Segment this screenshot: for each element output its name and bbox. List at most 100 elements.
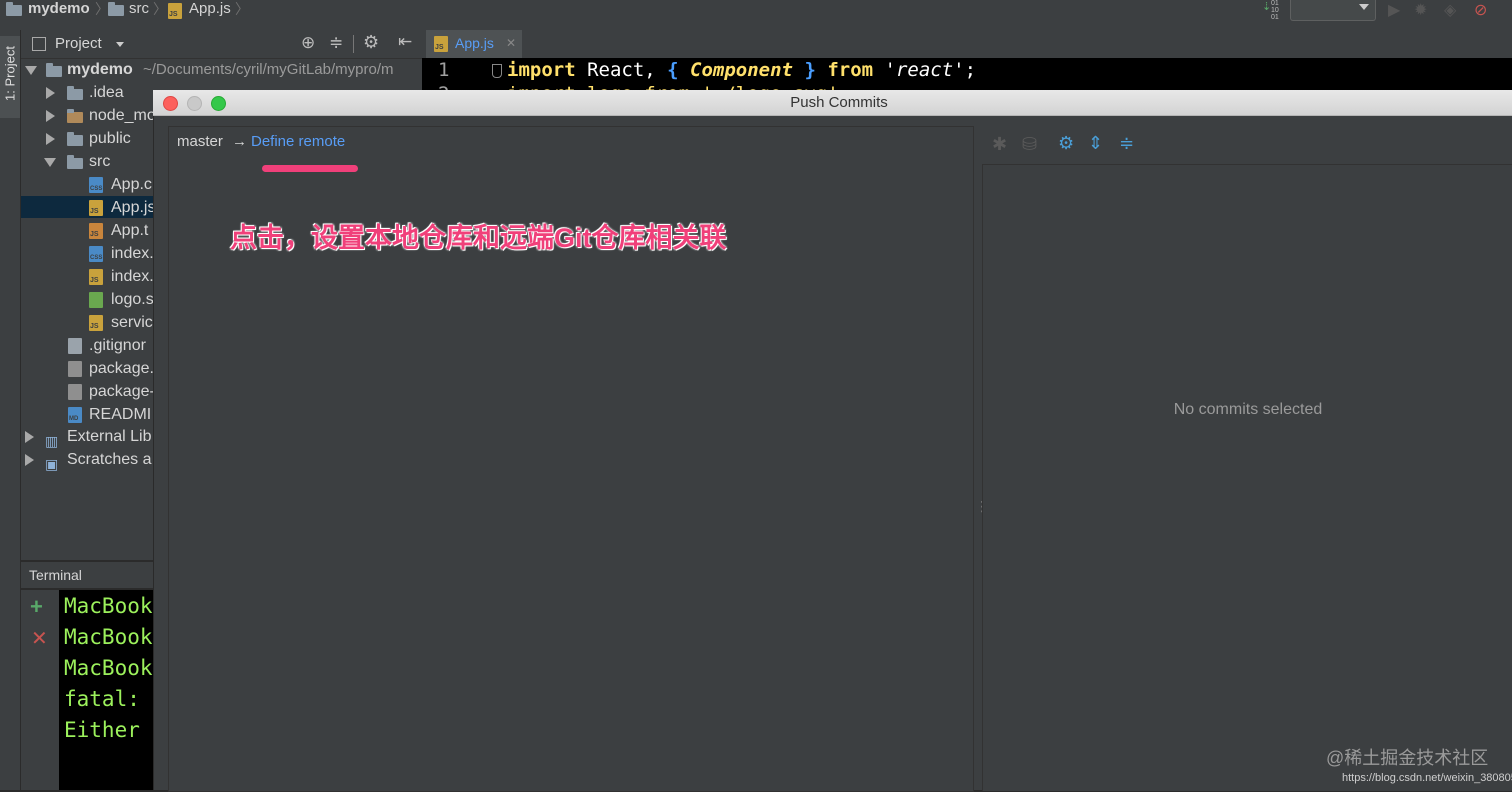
tree-item-label: .gitignor	[89, 337, 146, 354]
collapse-all-icon[interactable]: ≑	[1119, 134, 1134, 152]
tree-item-label: index.	[111, 245, 154, 262]
details-toolbar: ✱ ⛁ ⚙ ⇕ ≑	[982, 126, 1512, 163]
vcs-update-icon[interactable]: ⇣	[1262, 0, 1271, 13]
terminal-title: Terminal	[29, 567, 82, 583]
separator-line	[353, 35, 354, 53]
breadcrumb-separator-icon: 〉	[95, 1, 109, 17]
breadcrumb-separator-icon: 〉	[235, 1, 249, 17]
folder-icon	[67, 132, 83, 146]
tree-root-path: ~/Documents/cyril/myGitLab/mypro/m	[143, 61, 394, 78]
dialog-title-bar[interactable]: Push Commits	[153, 90, 1512, 116]
project-tool-tab-label: 1: Project	[2, 46, 18, 101]
expand-arrow-icon[interactable]	[46, 133, 55, 145]
close-icon[interactable]: ✕	[506, 36, 516, 50]
expand-arrow-icon[interactable]	[46, 110, 55, 122]
project-panel-header: Project ⊕ ≑ ⚙ ⇤	[21, 30, 422, 59]
window-minimize-button[interactable]	[187, 96, 202, 111]
scratches-icon: ▣	[45, 456, 59, 472]
code-editor[interactable]: 1 import React, { Component } from 'reac…	[422, 58, 1512, 105]
annotation-text: 点击，设置本地仓库和远端Git仓库相关联	[230, 223, 727, 253]
gear-icon[interactable]: ⚙	[1058, 134, 1074, 152]
text-file-icon	[68, 338, 82, 354]
plus-icon[interactable]: +	[30, 594, 43, 620]
expand-arrow-icon[interactable]	[46, 87, 55, 99]
test-file-icon: JS	[89, 223, 103, 239]
json-file-icon	[68, 384, 82, 400]
collapse-all-icon[interactable]: ≑	[329, 33, 343, 53]
stop-icon[interactable]: ⊘	[1474, 0, 1487, 20]
tree-item-label: External Lib	[67, 428, 152, 445]
watermark-site: @稀土掘金技术社区	[1326, 748, 1489, 768]
breadcrumb-folder[interactable]: src	[129, 0, 149, 18]
branch-name: master	[177, 133, 223, 150]
tree-item-label: App.js	[111, 199, 156, 216]
expand-arrow-icon[interactable]	[25, 66, 37, 75]
js-file-icon: JS	[89, 315, 103, 331]
commit-details-pane: No commits selected	[982, 164, 1512, 791]
expand-arrow-icon[interactable]	[25, 454, 34, 466]
tab-label: App.js	[455, 35, 494, 51]
window-close-button[interactable]	[163, 96, 178, 111]
empty-state-text: No commits selected	[1173, 401, 1323, 418]
tree-item-label: node_mo	[89, 107, 156, 124]
tab-app-js[interactable]: JS App.js ✕	[426, 30, 522, 61]
tree-item-label: public	[89, 130, 131, 147]
editor-tab-bar: JS App.js ✕	[422, 30, 1512, 61]
svg-file-icon	[89, 292, 103, 308]
define-remote-link[interactable]: Define remote	[251, 133, 345, 150]
pane-splitter[interactable]	[975, 498, 989, 518]
arrow-right-icon: →	[232, 133, 247, 150]
breadcrumb-project[interactable]: mydemo	[28, 0, 90, 18]
pin-icon: ✱	[992, 134, 1008, 154]
tree-item-label: Scratches a	[67, 451, 152, 468]
fold-marker-icon[interactable]	[492, 64, 502, 78]
close-icon[interactable]: ✕	[31, 626, 48, 651]
breadcrumb-separator-icon: 〉	[153, 1, 167, 17]
left-tool-strip	[0, 30, 21, 790]
tree-item-label: READMI	[89, 406, 152, 423]
tree-item-label: logo.s	[111, 291, 154, 308]
breadcrumb-file[interactable]: App.js	[189, 0, 231, 18]
terminal-line: Either	[64, 718, 140, 742]
run-icon[interactable]: ▶	[1388, 0, 1400, 20]
json-file-icon	[68, 361, 82, 377]
module-folder-icon	[46, 63, 62, 77]
filter-icon: ⛁	[1022, 134, 1038, 154]
terminal-line: MacBook	[64, 594, 153, 618]
tree-item-label: src	[89, 153, 111, 170]
expand-arrow-icon[interactable]	[44, 158, 56, 167]
tree-item-label: package-	[89, 383, 155, 400]
js-file-icon: JS	[168, 3, 182, 19]
window-zoom-button[interactable]	[211, 96, 226, 111]
vcs-commit-icon[interactable]: 01 10 01	[1271, 0, 1279, 21]
navigation-bar: mydemo 〉 src 〉 JS App.js 〉 ⇣ 01 10 01 ▶ ✹ …	[0, 0, 1512, 31]
expand-arrow-icon[interactable]	[25, 431, 34, 443]
tree-item-label: App.t	[111, 222, 149, 239]
tree-root-label: mydemo	[67, 61, 133, 78]
tree-item-label: servic	[111, 314, 153, 331]
debug-icon[interactable]: ✹	[1414, 0, 1427, 20]
tree-item-label: .idea	[89, 84, 124, 101]
chevron-down-icon[interactable]	[116, 42, 124, 47]
js-file-icon: JS	[434, 36, 448, 52]
folder-icon	[67, 86, 83, 100]
project-view-selector[interactable]: Project	[55, 35, 102, 52]
css-file-icon: CSS	[89, 246, 103, 262]
annotation-underline	[262, 165, 358, 172]
folder-icon	[67, 155, 83, 169]
project-module-icon	[6, 2, 22, 16]
folder-icon	[108, 2, 124, 16]
run-config-dropdown[interactable]	[1290, 0, 1376, 21]
js-file-icon: JS	[89, 269, 103, 285]
css-file-icon: CSS	[89, 177, 103, 193]
locate-icon[interactable]: ⊕	[301, 33, 315, 53]
hide-panel-icon[interactable]: ⇤	[398, 32, 412, 52]
watermark-url: https://blog.csdn.net/weixin_38080573	[1342, 772, 1512, 784]
coverage-icon[interactable]: ◈	[1444, 0, 1456, 20]
folder-icon	[67, 109, 83, 123]
gear-icon[interactable]: ⚙	[363, 32, 379, 53]
code-line-1: import React, { Component } from 'react'…	[507, 59, 977, 81]
expand-all-icon[interactable]: ⇕	[1088, 134, 1103, 152]
js-file-icon: JS	[89, 200, 103, 216]
terminal-line: MacBook	[64, 625, 153, 649]
